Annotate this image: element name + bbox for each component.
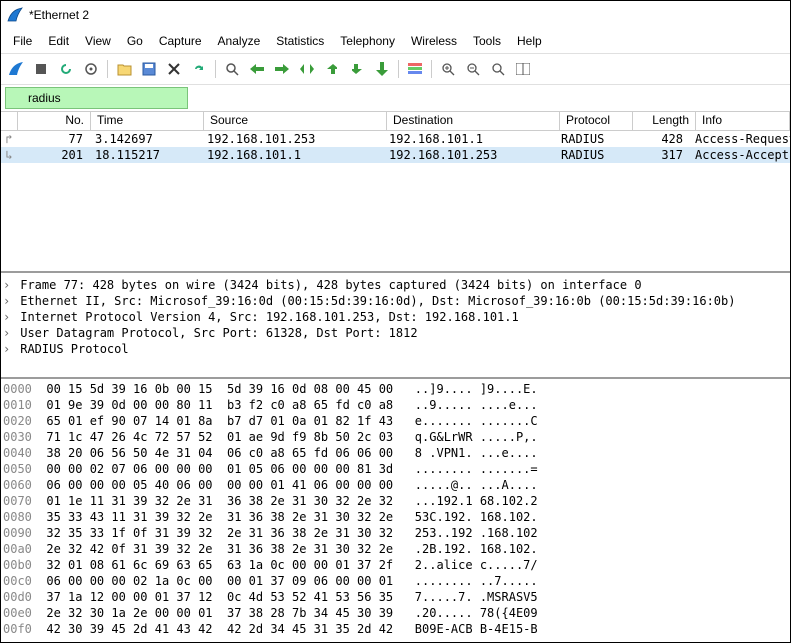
expand-icon[interactable]: › xyxy=(3,277,13,293)
hex-row[interactable]: 0070 01 1e 11 31 39 32 2e 31 36 38 2e 31… xyxy=(3,493,788,509)
window-title: *Ethernet 2 xyxy=(29,8,89,22)
expand-icon[interactable]: › xyxy=(3,309,13,325)
hex-row[interactable]: 0090 32 35 33 1f 0f 31 39 32 2e 31 36 38… xyxy=(3,525,788,541)
save-file-button[interactable] xyxy=(138,58,160,80)
open-file-button[interactable] xyxy=(113,58,135,80)
detail-tree-item[interactable]: › Ethernet II, Src: Microsof_39:16:0d (0… xyxy=(3,293,788,309)
detail-tree-item[interactable]: › User Datagram Protocol, Src Port: 6132… xyxy=(3,325,788,341)
cell-source: 192.168.101.1 xyxy=(201,148,383,162)
hex-row[interactable]: 00b0 32 01 08 61 6c 69 63 65 63 1a 0c 00… xyxy=(3,557,788,573)
menu-bar: File Edit View Go Capture Analyze Statis… xyxy=(1,29,790,53)
go-next-button[interactable] xyxy=(271,58,293,80)
detail-tree-item[interactable]: › RADIUS Protocol xyxy=(3,341,788,357)
column-no[interactable]: No. xyxy=(18,112,91,130)
cell-info: Access-Accept(2) (id=10, l=275) xyxy=(689,148,790,162)
column-protocol[interactable]: Protocol xyxy=(560,112,633,130)
toolbar-separator xyxy=(398,60,399,78)
packet-row[interactable]: ↱773.142697192.168.101.253192.168.101.1R… xyxy=(1,131,790,147)
menu-statistics[interactable]: Statistics xyxy=(270,32,330,50)
stop-capture-button[interactable] xyxy=(30,58,52,80)
hex-row[interactable]: 0050 00 00 02 07 06 00 00 00 01 05 06 00… xyxy=(3,461,788,477)
auto-scroll-button[interactable] xyxy=(371,58,393,80)
menu-edit[interactable]: Edit xyxy=(42,32,75,50)
restart-capture-button[interactable] xyxy=(55,58,77,80)
cell-length: 428 xyxy=(627,132,689,146)
column-source[interactable]: Source xyxy=(204,112,387,130)
hex-row[interactable]: 00d0 37 1a 12 00 00 01 37 12 0c 4d 53 52… xyxy=(3,589,788,605)
cell-no: 201 xyxy=(17,148,89,162)
menu-telephony[interactable]: Telephony xyxy=(334,32,401,50)
column-info[interactable]: Info xyxy=(696,112,790,130)
menu-capture[interactable]: Capture xyxy=(153,32,208,50)
colorize-button[interactable] xyxy=(404,58,426,80)
zoom-out-button[interactable] xyxy=(462,58,484,80)
cell-no: 77 xyxy=(17,132,89,146)
hex-row[interactable]: 0020 65 01 ef 90 07 14 01 8a b7 d7 01 0a… xyxy=(3,413,788,429)
hex-row[interactable]: 00e0 2e 32 30 1a 2e 00 00 01 37 38 28 7b… xyxy=(3,605,788,621)
hex-row[interactable]: 0000 00 15 5d 39 16 0b 00 15 5d 39 16 0d… xyxy=(3,381,788,397)
zoom-reset-button[interactable] xyxy=(487,58,509,80)
menu-view[interactable]: View xyxy=(79,32,117,50)
hex-row[interactable]: 00c0 06 00 00 00 02 1a 0c 00 00 01 37 09… xyxy=(3,573,788,589)
related-packet-marker: ↱ xyxy=(1,132,17,146)
column-time[interactable]: Time xyxy=(91,112,204,130)
menu-file[interactable]: File xyxy=(7,32,38,50)
detail-tree-item[interactable]: › Internet Protocol Version 4, Src: 192.… xyxy=(3,309,788,325)
hex-row[interactable]: 0080 35 33 43 11 31 39 32 2e 31 36 38 2e… xyxy=(3,509,788,525)
hex-row[interactable]: 0010 01 9e 39 0d 00 00 80 11 b3 f2 c0 a8… xyxy=(3,397,788,413)
cell-info: Access-Request(1) (id=10, l=386) xyxy=(689,132,790,146)
go-last-button[interactable] xyxy=(346,58,368,80)
column-destination[interactable]: Destination xyxy=(387,112,560,130)
find-packet-button[interactable] xyxy=(221,58,243,80)
detail-tree-item[interactable]: › Frame 77: 428 bytes on wire (3424 bits… xyxy=(3,277,788,293)
packet-details-pane[interactable]: › Frame 77: 428 bytes on wire (3424 bits… xyxy=(1,271,790,377)
cell-destination: 192.168.101.1 xyxy=(383,132,555,146)
go-previous-button[interactable] xyxy=(246,58,268,80)
expand-icon[interactable]: › xyxy=(3,341,13,357)
go-first-button[interactable] xyxy=(321,58,343,80)
hex-row[interactable]: 0060 06 00 00 00 05 40 06 00 00 00 01 41… xyxy=(3,477,788,493)
toolbar-separator xyxy=(107,60,108,78)
capture-options-button[interactable] xyxy=(80,58,102,80)
hex-row[interactable]: 00f0 42 30 39 45 2d 41 43 42 42 2d 34 45… xyxy=(3,621,788,637)
menu-wireless[interactable]: Wireless xyxy=(405,32,463,50)
hex-row[interactable]: 0030 71 1c 47 26 4c 72 57 52 01 ae 9d f9… xyxy=(3,429,788,445)
menu-help[interactable]: Help xyxy=(511,32,548,50)
display-filter-bar xyxy=(1,85,790,111)
go-to-packet-button[interactable] xyxy=(296,58,318,80)
display-filter-input[interactable] xyxy=(5,87,188,109)
title-bar: *Ethernet 2 xyxy=(1,1,790,29)
cell-protocol: RADIUS xyxy=(555,132,627,146)
packet-bytes-pane[interactable]: 0000 00 15 5d 39 16 0b 00 15 5d 39 16 0d… xyxy=(1,377,790,642)
expand-icon[interactable]: › xyxy=(3,293,13,309)
toolbar-separator xyxy=(215,60,216,78)
menu-analyze[interactable]: Analyze xyxy=(212,32,267,50)
cell-length: 317 xyxy=(627,148,689,162)
expand-icon[interactable]: › xyxy=(3,325,13,341)
cell-destination: 192.168.101.253 xyxy=(383,148,555,162)
hex-row[interactable]: 00a0 2e 32 42 0f 31 39 32 2e 31 36 38 2e… xyxy=(3,541,788,557)
toolbar-separator xyxy=(431,60,432,78)
zoom-in-button[interactable] xyxy=(437,58,459,80)
start-capture-button[interactable] xyxy=(5,58,27,80)
packet-list[interactable]: ↱773.142697192.168.101.253192.168.101.1R… xyxy=(1,131,790,271)
cell-time: 18.115217 xyxy=(89,148,201,162)
column-length[interactable]: Length xyxy=(633,112,696,130)
app-icon xyxy=(7,7,23,23)
cell-protocol: RADIUS xyxy=(555,148,627,162)
related-packet-marker: ↳ xyxy=(1,148,17,162)
menu-go[interactable]: Go xyxy=(121,32,149,50)
menu-tools[interactable]: Tools xyxy=(467,32,507,50)
packet-row[interactable]: ↳20118.115217192.168.101.1192.168.101.25… xyxy=(1,147,790,163)
main-toolbar xyxy=(1,53,790,85)
cell-source: 192.168.101.253 xyxy=(201,132,383,146)
close-file-button[interactable] xyxy=(163,58,185,80)
resize-columns-button[interactable] xyxy=(512,58,534,80)
reload-file-button[interactable] xyxy=(188,58,210,80)
packet-list-header: No. Time Source Destination Protocol Len… xyxy=(1,111,790,131)
cell-time: 3.142697 xyxy=(89,132,201,146)
hex-row[interactable]: 0040 38 20 06 56 50 4e 31 04 06 c0 a8 65… xyxy=(3,445,788,461)
